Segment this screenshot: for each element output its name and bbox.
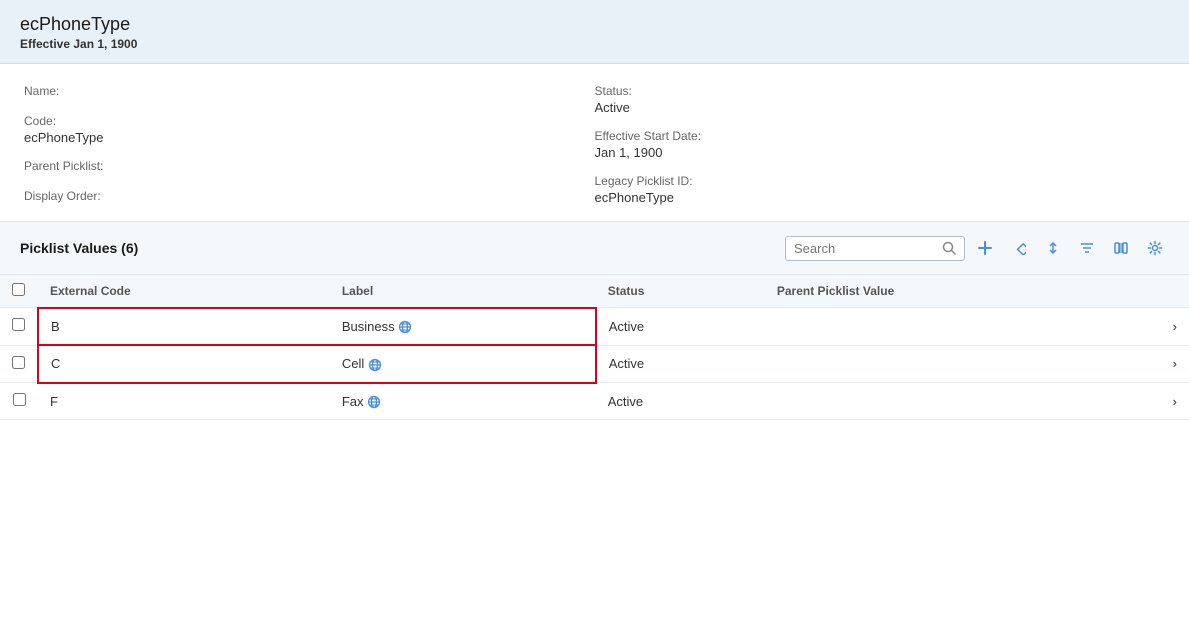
status-cell: Active: [596, 308, 765, 346]
select-all-checkbox[interactable]: [12, 283, 25, 296]
external-code-cell: B: [38, 308, 330, 346]
diamond-button[interactable]: [1005, 234, 1033, 262]
code-label: Code:: [24, 114, 595, 128]
filter-button[interactable]: [1073, 234, 1101, 262]
settings-button[interactable]: [1141, 234, 1169, 262]
table-row: C Cell Active ›: [0, 345, 1189, 383]
legacy-picklist-id-value: ecPhoneType: [595, 190, 1166, 205]
picklist-toolbar: [785, 234, 1169, 262]
search-box[interactable]: [785, 236, 965, 261]
name-label: Name:: [24, 84, 595, 98]
row-checkbox[interactable]: [12, 356, 25, 369]
label-cell: Fax: [330, 383, 596, 420]
effective-date-label: Effective Start Date:: [595, 129, 1166, 143]
effective-date-field: Effective Start Date: Jan 1, 1900: [595, 129, 1166, 160]
page-subtitle: Effective Jan 1, 1900: [20, 37, 1169, 51]
parent-picklist-label: Parent Picklist:: [24, 159, 595, 173]
label-text: Cell: [342, 356, 368, 371]
code-value: ecPhoneType: [24, 130, 595, 145]
row-chevron[interactable]: ›: [1159, 383, 1189, 420]
page-title: ecPhoneType: [20, 14, 1169, 35]
table-row: F Fax Active ›: [0, 383, 1189, 420]
picklist-table: External Code Label Status Parent Pickli…: [0, 274, 1189, 420]
row-checkbox-cell: [0, 345, 38, 383]
status-label: Status:: [595, 84, 1166, 98]
picklist-header: Picklist Values (6): [0, 222, 1189, 274]
form-right: Status: Active Effective Start Date: Jan…: [595, 84, 1166, 205]
form-left: Name: Code: ecPhoneType Parent Picklist:…: [24, 84, 595, 205]
select-all-header[interactable]: [0, 275, 38, 308]
status-value: Active: [595, 100, 1166, 115]
parent-picklist-field: Parent Picklist:: [24, 159, 595, 175]
status-cell: Active: [596, 383, 765, 420]
status-header: Status: [596, 275, 765, 308]
display-order-label: Display Order:: [24, 189, 595, 203]
picklist-title: Picklist Values (6): [20, 240, 138, 256]
status-cell: Active: [596, 345, 765, 383]
label-cell: Business: [330, 308, 596, 346]
page-wrapper: ecPhoneType Effective Jan 1, 1900 Name: …: [0, 0, 1189, 630]
actions-header: [1159, 275, 1189, 308]
code-field: Code: ecPhoneType: [24, 114, 595, 145]
table-body: B Business Active › C Cell Active › F Fax Activ…: [0, 308, 1189, 420]
parent-picklist-value-cell: [765, 308, 1159, 346]
row-chevron[interactable]: ›: [1159, 345, 1189, 383]
legacy-picklist-id-label: Legacy Picklist ID:: [595, 174, 1166, 188]
table-row: B Business Active ›: [0, 308, 1189, 346]
globe-icon: [398, 320, 412, 334]
row-checkbox-cell: [0, 308, 38, 346]
external-code-header: External Code: [38, 275, 330, 308]
external-code-cell: C: [38, 345, 330, 383]
columns-button[interactable]: [1107, 234, 1135, 262]
row-checkbox-cell: [0, 383, 38, 420]
form-section: Name: Code: ecPhoneType Parent Picklist:…: [0, 64, 1189, 221]
picklist-section: Picklist Values (6): [0, 221, 1189, 420]
parent-picklist-value-cell: [765, 345, 1159, 383]
search-icon: [942, 241, 956, 255]
row-checkbox[interactable]: [12, 318, 25, 331]
row-chevron[interactable]: ›: [1159, 308, 1189, 346]
globe-icon: [368, 358, 382, 372]
display-order-field: Display Order:: [24, 189, 595, 205]
parent-picklist-value-header: Parent Picklist Value: [765, 275, 1159, 308]
label-header: Label: [330, 275, 596, 308]
parent-picklist-value-cell: [765, 383, 1159, 420]
external-code-cell: F: [38, 383, 330, 420]
label-cell: Cell: [330, 345, 596, 383]
add-button[interactable]: [971, 234, 999, 262]
legacy-picklist-id-field: Legacy Picklist ID: ecPhoneType: [595, 174, 1166, 205]
table-header-row: External Code Label Status Parent Pickli…: [0, 275, 1189, 308]
name-field: Name:: [24, 84, 595, 100]
label-text: Business: [342, 319, 398, 334]
globe-icon: [367, 395, 381, 409]
status-field: Status: Active: [595, 84, 1166, 115]
page-header: ecPhoneType Effective Jan 1, 1900: [0, 0, 1189, 64]
label-text: Fax: [342, 394, 367, 409]
sort-button[interactable]: [1039, 234, 1067, 262]
effective-date-value: Jan 1, 1900: [595, 145, 1166, 160]
search-input[interactable]: [794, 241, 936, 256]
row-checkbox[interactable]: [13, 393, 26, 406]
